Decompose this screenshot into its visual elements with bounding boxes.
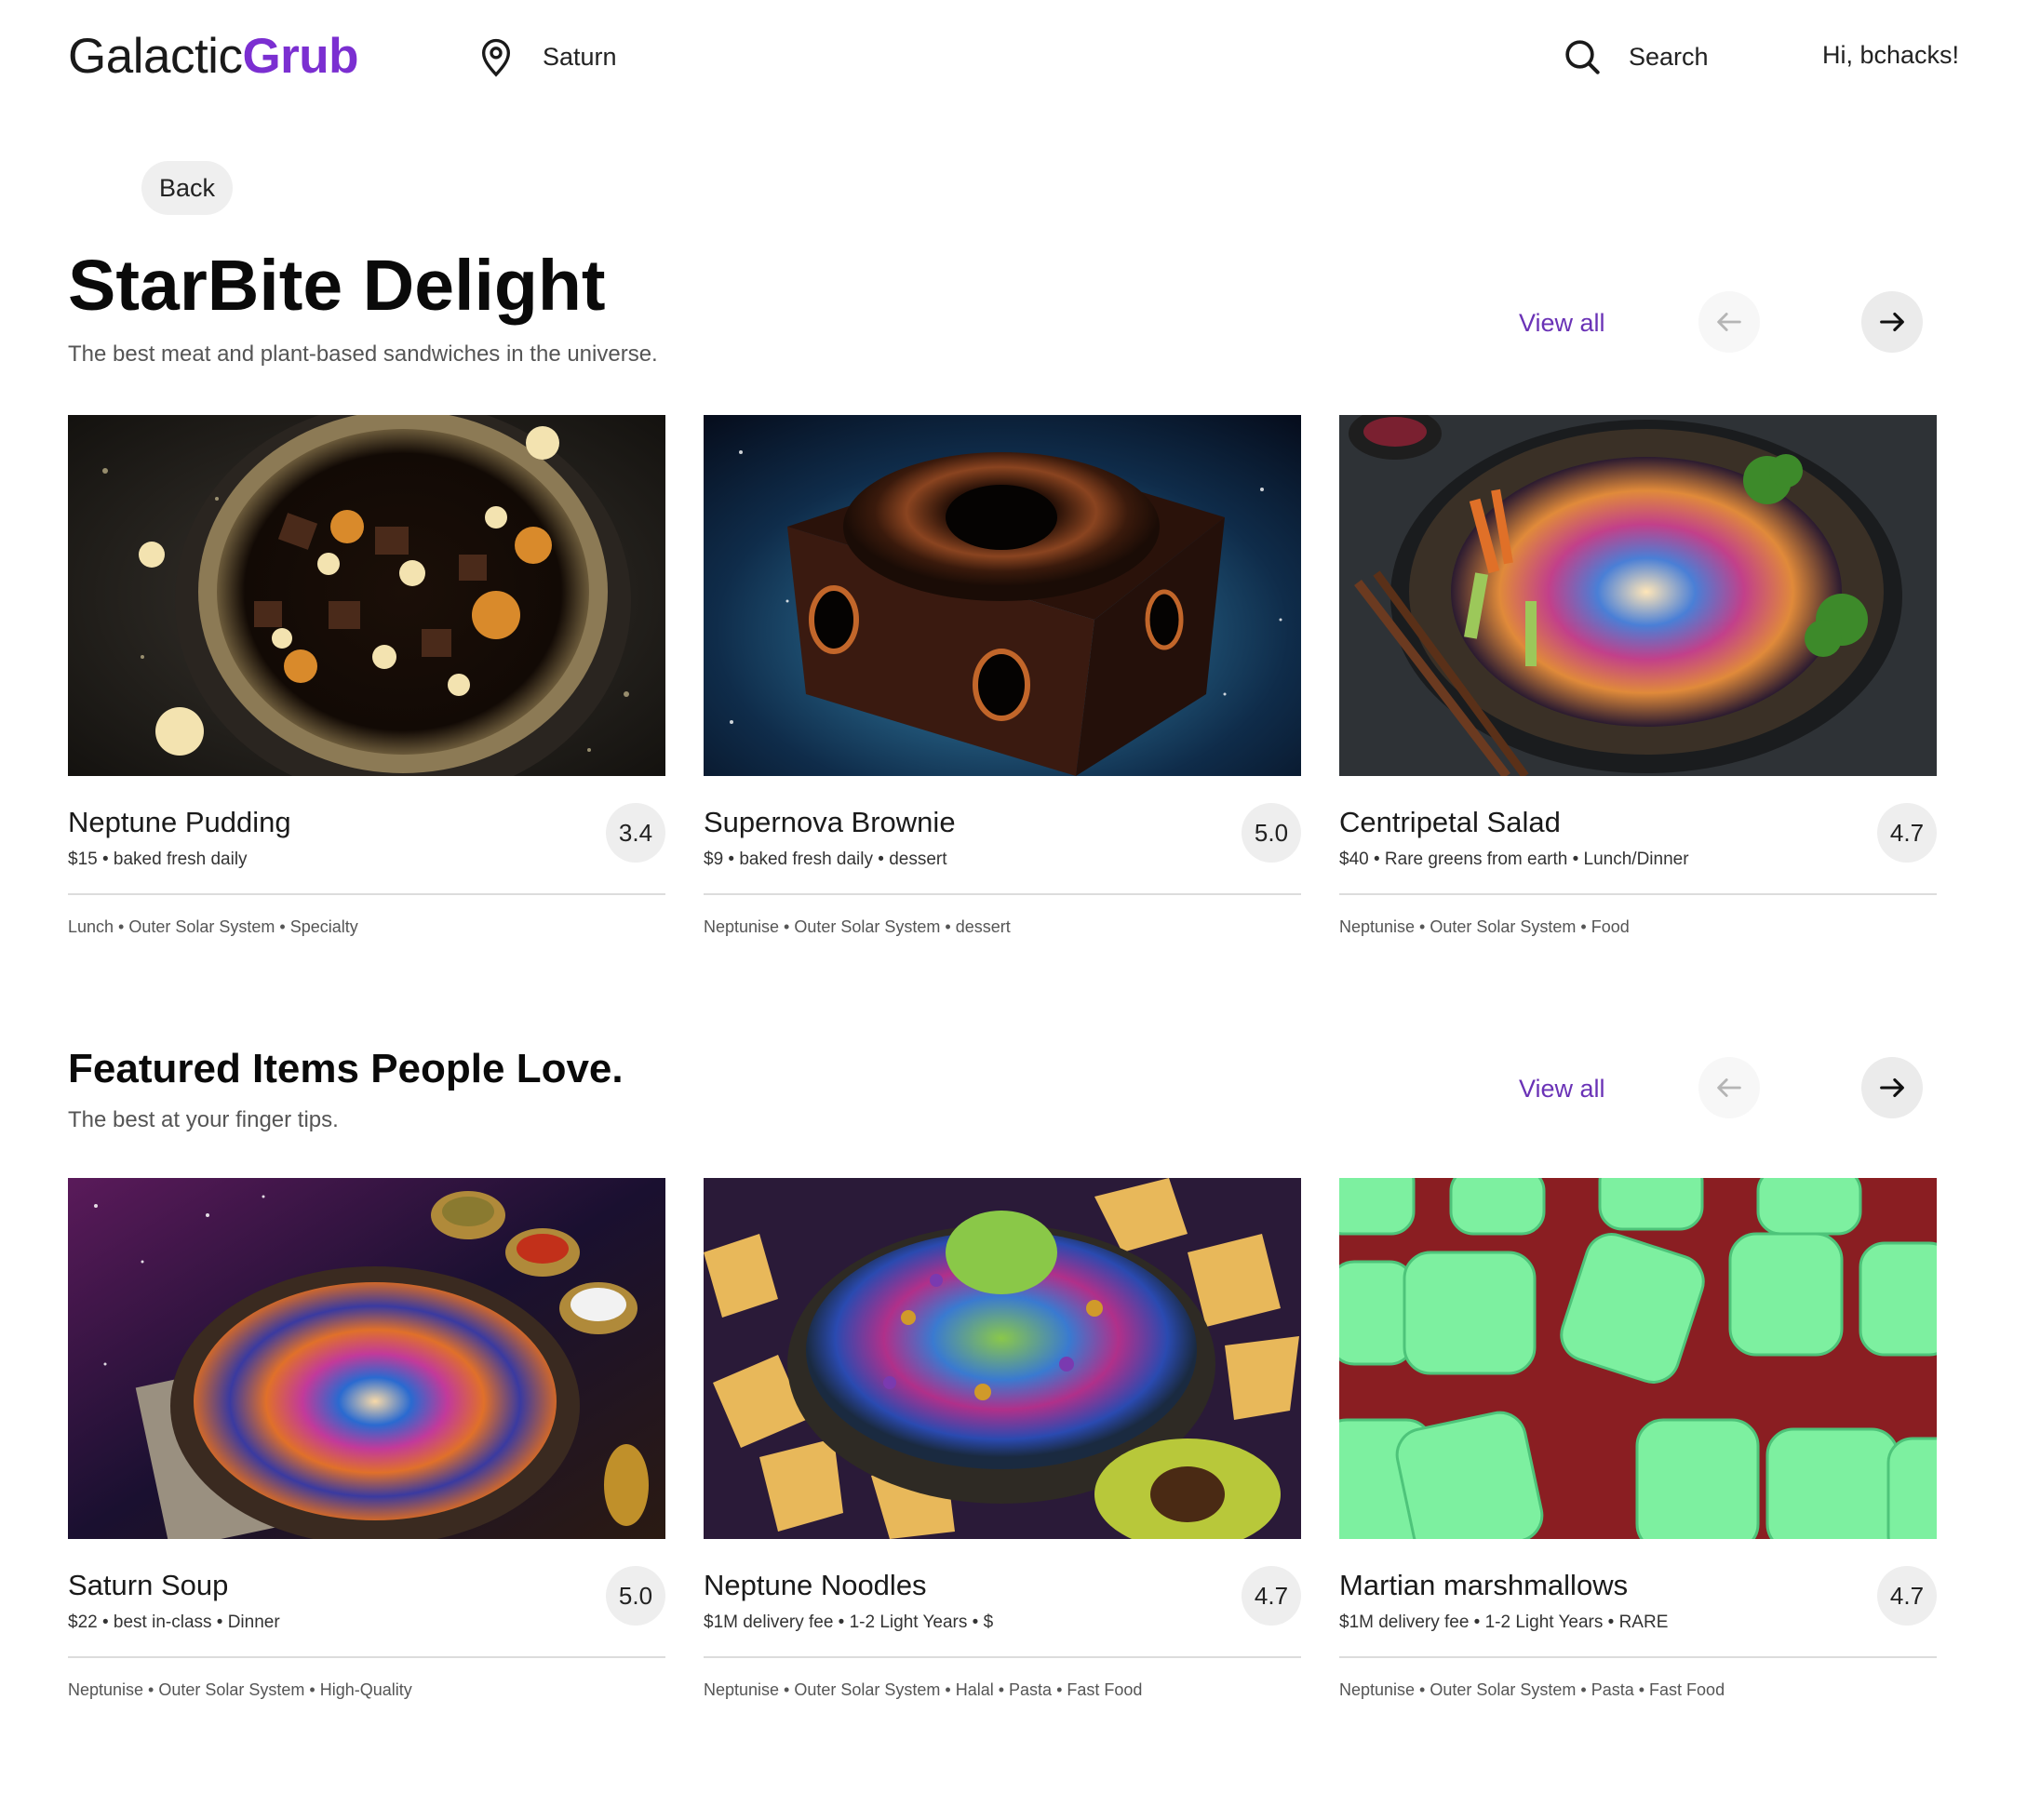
- food-image[interactable]: [1339, 1178, 1937, 1539]
- view-all-link[interactable]: View all: [1519, 309, 1605, 338]
- logo[interactable]: GalacticGrub: [68, 28, 359, 86]
- item-name: Centripetal Salad: [1339, 806, 1561, 838]
- food-image[interactable]: [704, 1178, 1301, 1539]
- menu-item-card[interactable]: Neptune Noodles $1M delivery fee • 1-2 L…: [704, 1178, 1301, 1699]
- user-greeting[interactable]: Hi, bchacks!: [1822, 41, 1959, 70]
- food-image[interactable]: [68, 415, 665, 776]
- search-label: Search: [1629, 42, 1709, 71]
- item-tags: Lunch • Outer Solar System • Specialty: [68, 917, 358, 936]
- rating-badge: 4.7: [1877, 803, 1937, 863]
- carousel-prev-button[interactable]: [1698, 291, 1760, 353]
- menu-item-card[interactable]: Centripetal Salad $40 • Rare greens from…: [1339, 415, 1937, 936]
- logo-main: Galactic: [68, 29, 243, 84]
- section-title: Featured Items People Love.: [68, 1046, 624, 1091]
- item-tags: Neptunise • Outer Solar System • Pasta •…: [1339, 1680, 1725, 1699]
- divider: [1339, 893, 1937, 895]
- menu-item-card[interactable]: Saturn Soup $22 • best in-class • Dinner…: [68, 1178, 665, 1699]
- section-subtitle: The best at your finger tips.: [68, 1107, 339, 1132]
- food-image[interactable]: [1339, 415, 1937, 776]
- carousel-next-button[interactable]: [1861, 291, 1923, 353]
- item-meta: $22 • best in-class • Dinner: [68, 1613, 280, 1632]
- map-pin-icon: [481, 38, 511, 77]
- menu-item-card[interactable]: Martian marshmallows $1M delivery fee • …: [1339, 1178, 1937, 1699]
- item-tags: Neptunise • Outer Solar System • Food: [1339, 917, 1630, 936]
- item-name: Martian marshmallows: [1339, 1569, 1629, 1601]
- food-image[interactable]: [704, 415, 1301, 776]
- item-name: Saturn Soup: [68, 1569, 229, 1601]
- food-image[interactable]: [68, 1178, 665, 1539]
- top-header: GalacticGrub Saturn Search Hi, bchacks!: [0, 0, 2027, 112]
- item-name: Supernova Brownie: [704, 806, 956, 838]
- search-button[interactable]: Search: [1564, 35, 1709, 78]
- item-meta: $1M delivery fee • 1-2 Light Years • $: [704, 1613, 994, 1632]
- back-button[interactable]: Back: [141, 161, 233, 215]
- item-name: Neptune Noodles: [704, 1569, 927, 1601]
- view-all-link[interactable]: View all: [1519, 1075, 1605, 1104]
- location-selector[interactable]: Saturn: [477, 35, 617, 78]
- item-meta: $40 • Rare greens from earth • Lunch/Din…: [1339, 850, 1689, 869]
- divider: [68, 893, 665, 895]
- arrow-right-icon: [1880, 1077, 1904, 1098]
- divider: [704, 893, 1301, 895]
- arrow-left-icon: [1717, 1078, 1741, 1097]
- carousel-prev-button[interactable]: [1698, 1057, 1760, 1118]
- logo-accent: Grub: [242, 29, 359, 84]
- rating-badge: 5.0: [1242, 803, 1301, 863]
- section-subtitle: The best meat and plant-based sandwiches…: [68, 341, 658, 367]
- divider: [68, 1656, 665, 1658]
- item-tags: Neptunise • Outer Solar System • dessert: [704, 917, 1011, 936]
- rating-badge: 4.7: [1242, 1566, 1301, 1626]
- arrow-right-icon: [1880, 312, 1904, 332]
- arrow-left-icon: [1717, 313, 1741, 331]
- search-icon: [1565, 40, 1600, 74]
- menu-item-card[interactable]: Supernova Brownie $9 • baked fresh daily…: [704, 415, 1301, 936]
- item-meta: $15 • baked fresh daily: [68, 850, 248, 869]
- rating-badge: 3.4: [606, 803, 665, 863]
- rating-badge: 4.7: [1877, 1566, 1937, 1626]
- item-tags: Neptunise • Outer Solar System • Halal •…: [704, 1680, 1143, 1699]
- item-tags: Neptunise • Outer Solar System • High-Qu…: [68, 1680, 412, 1699]
- section-title: StarBite Delight: [68, 246, 606, 326]
- carousel-next-button[interactable]: [1861, 1057, 1923, 1118]
- item-meta: $9 • baked fresh daily • dessert: [704, 850, 947, 869]
- rating-badge: 5.0: [606, 1566, 665, 1626]
- item-meta: $1M delivery fee • 1-2 Light Years • RAR…: [1339, 1613, 1669, 1632]
- divider: [704, 1656, 1301, 1658]
- location-label: Saturn: [543, 42, 617, 71]
- item-name: Neptune Pudding: [68, 806, 291, 838]
- menu-item-card[interactable]: Neptune Pudding $15 • baked fresh daily …: [68, 415, 665, 936]
- divider: [1339, 1656, 1937, 1658]
